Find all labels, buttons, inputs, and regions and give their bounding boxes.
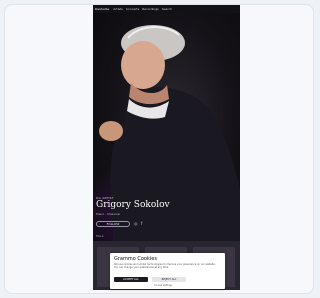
nav-item-concerts[interactable]: Concerts <box>126 7 139 11</box>
site-logo[interactable]: Deutsche <box>93 7 109 11</box>
reject-all-button[interactable]: REJECT ALL <box>152 277 186 282</box>
accept-all-button[interactable]: ACCEPT ALL <box>114 277 148 282</box>
cookie-banner: Grammo Cookies We use cookies and simila… <box>110 253 225 289</box>
site-header: Deutsche Artists Concerts Recordings Sea… <box>93 5 240 13</box>
follow-button[interactable]: FOLLOW <box>96 221 130 227</box>
hero-section: DG ARTIST Grigory Sokolov Piano · Classi… <box>93 13 240 241</box>
cookie-banner-text: We use cookies and similar technologies … <box>114 263 216 269</box>
nav-item-artists[interactable]: Artists <box>113 7 123 11</box>
site-nav: Artists Concerts Recordings Search <box>113 7 172 11</box>
cookie-banner-title: Grammo Cookies <box>114 256 157 262</box>
nav-item-recordings[interactable]: Recordings <box>142 7 159 11</box>
artist-name: Grigory Sokolov <box>96 200 170 210</box>
facebook-icon[interactable]: f <box>141 221 142 226</box>
artist-subline: Piano · Classical <box>96 212 121 216</box>
more-link[interactable]: More <box>96 234 103 238</box>
website-screenshot: Deutsche Artists Concerts Recordings Sea… <box>93 5 240 290</box>
instagram-icon[interactable]: ◎ <box>134 221 138 226</box>
cookie-settings-link[interactable]: Cookie settings <box>154 284 172 287</box>
nav-item-search[interactable]: Search <box>162 7 172 11</box>
